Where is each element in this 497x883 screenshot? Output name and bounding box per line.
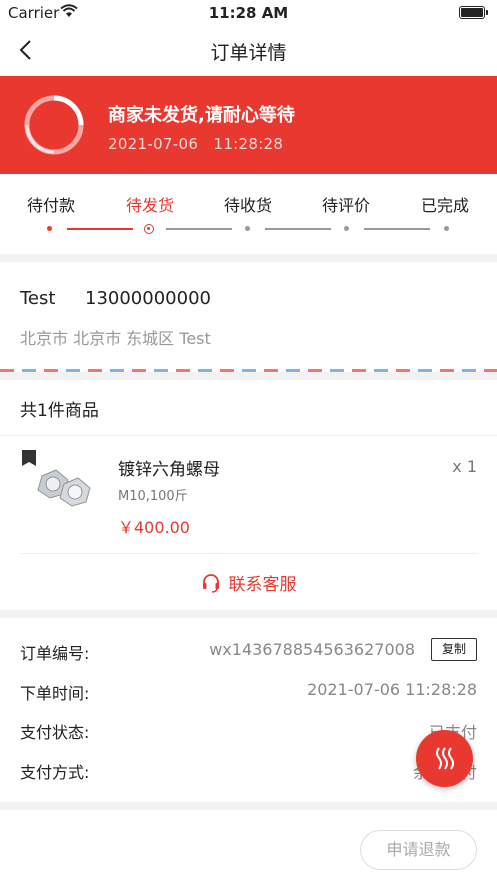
step-pending-receipt: 待收货 [223, 196, 272, 215]
recipient-name: Test [20, 288, 56, 309]
floating-action-button[interactable] [416, 730, 473, 787]
order-time-label: 下单时间: [20, 684, 90, 703]
apply-refund-button[interactable]: 申请退款 [360, 830, 477, 870]
bottom-bar: 申请退款 [0, 810, 497, 883]
contact-service-label: 联系客服 [228, 575, 297, 595]
loading-ring-icon [22, 93, 86, 157]
page-title: 订单详情 [210, 42, 287, 64]
pay-status-label: 支付状态: [20, 723, 90, 742]
step-completed: 已完成 [420, 196, 469, 215]
headset-icon [201, 573, 221, 593]
step-line [67, 228, 133, 230]
address-detail: 北京市 北京市 东城区 Test [20, 329, 211, 348]
order-number: wx143678854563627008 [209, 640, 415, 659]
step-dot-current [144, 224, 154, 234]
order-number-label: 订单编号: [20, 644, 90, 663]
product-thumbnail[interactable] [22, 450, 100, 522]
banner-time: 2021-07-06 11:28:28 [108, 135, 284, 153]
step-dot [245, 226, 250, 231]
goods-section: 共1件商品 镀锌六角螺母 M10,100斤 ￥400.00 x 1 联系客服 [0, 380, 497, 610]
step-pending-payment: 待付款 [26, 196, 75, 215]
status-time: 11:28 AM [208, 4, 289, 22]
step-line [166, 228, 232, 230]
nav-bar: 订单详情 [0, 26, 497, 76]
divider [20, 553, 477, 554]
pay-method-label: 支付方式: [20, 763, 90, 782]
product-quantity: x 1 [452, 457, 477, 476]
banner-title: 商家未发货,请耐心等待 [108, 105, 295, 126]
product-price: ￥400.00 [118, 518, 190, 537]
goods-count: 共1件商品 [20, 401, 99, 421]
envelope-stripe [0, 369, 497, 372]
heat-waves-icon [436, 747, 454, 770]
step-line [364, 228, 430, 230]
divider [0, 435, 497, 436]
step-pending-review: 待评价 [321, 196, 370, 215]
contact-service-button[interactable]: 联系客服 [0, 570, 497, 595]
product-name[interactable]: 镀锌六角螺母 [118, 455, 220, 480]
order-steps: 待付款 待发货 待收货 待评价 已完成 [0, 174, 497, 254]
order-time: 2021-07-06 11:28:28 [307, 680, 477, 699]
step-line [265, 228, 331, 230]
step-pending-shipment: 待发货 [125, 196, 174, 215]
order-status-banner: 商家未发货,请耐心等待 2021-07-06 11:28:28 [0, 76, 497, 174]
step-dot [444, 226, 449, 231]
step-dot [344, 226, 349, 231]
shipping-address: Test 13000000000 北京市 北京市 东城区 Test [0, 262, 497, 372]
battery-icon [459, 6, 488, 19]
status-bar: Carrier 11:28 AM [0, 0, 497, 26]
step-dot [47, 226, 52, 231]
product-spec: M10,100斤 [118, 489, 188, 504]
recipient-phone: 13000000000 [85, 288, 211, 309]
copy-button[interactable]: 复制 [431, 638, 477, 661]
